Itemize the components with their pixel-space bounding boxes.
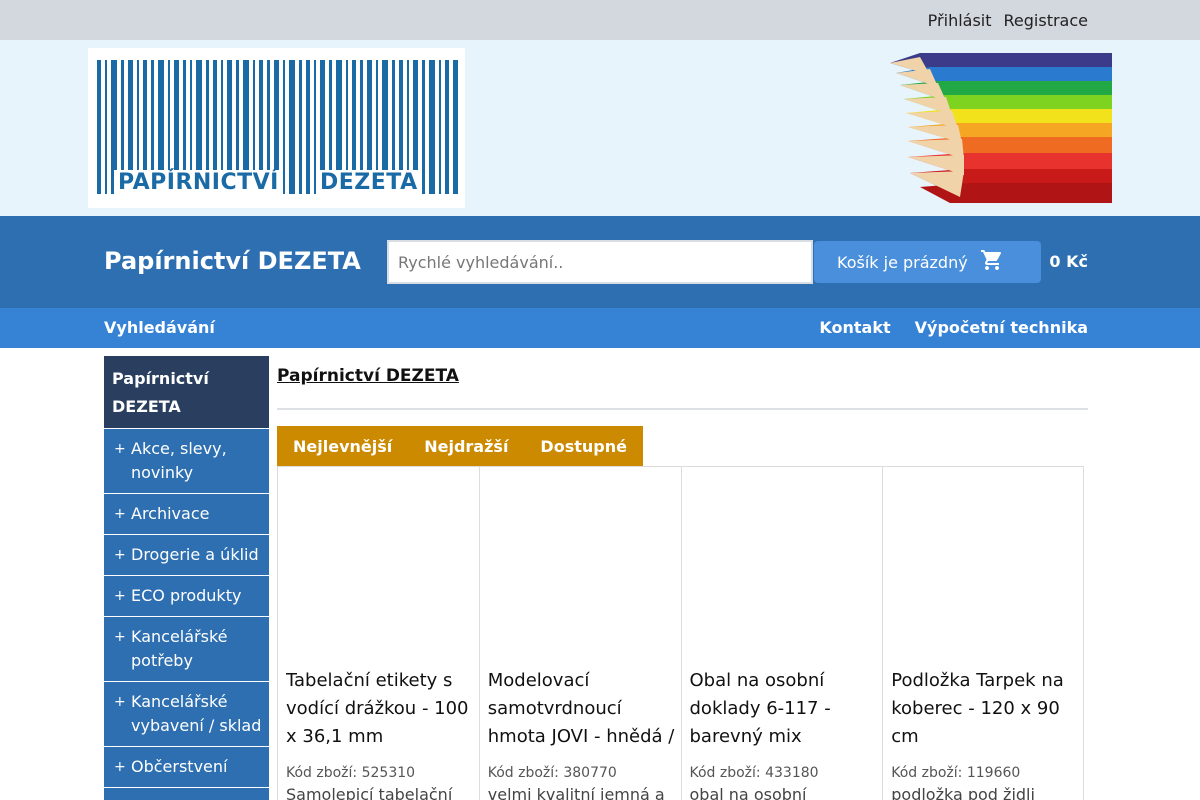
sidebar-item-kancelarske-potreby[interactable]: + Kancelářské potřeby (104, 617, 269, 681)
sidebar-item-label: Akce, slevy, novinky (131, 439, 227, 482)
search-input[interactable] (387, 240, 813, 284)
sidebar-item-label: Drogerie a úklid (131, 545, 259, 564)
nav-contact-link[interactable]: Kontakt (819, 318, 890, 337)
cart-total: 0 Kč (1049, 252, 1088, 271)
sidebar-item-obcerstveni[interactable]: + Občerstvení (104, 747, 269, 787)
banner: PAPÍRNICTVÍ DEZETA (0, 40, 1200, 216)
sidebar-heading[interactable]: Papírnictví DEZETA (104, 356, 269, 428)
tab-cheapest[interactable]: Nejlevnější (293, 437, 392, 456)
sidebar-item-label: Kancelářské potřeby (131, 627, 228, 670)
plus-icon: + (114, 441, 126, 457)
sidebar-item-archivace[interactable]: + Archivace (104, 494, 269, 534)
product-description: Samolepicí tabelační (286, 785, 453, 800)
product-card[interactable]: Tabelační etikety s vodící drážkou - 100… (277, 467, 479, 800)
sidebar-item-label: Občerstvení (131, 757, 228, 776)
sidebar-item-eco[interactable]: + ECO produkty (104, 576, 269, 616)
plus-icon: + (114, 759, 126, 775)
logo-text-word1: PAPÍRNICTVÍ (114, 170, 283, 195)
divider (277, 408, 1088, 410)
product-grid: Tabelační etikety s vodící drážkou - 100… (277, 466, 1084, 800)
product-code: Kód zboží: 119660 (891, 765, 1021, 781)
sidebar-item-more[interactable] (104, 788, 269, 800)
sidebar-item-akce[interactable]: + Akce, slevy, novinky (104, 429, 269, 493)
product-name[interactable]: Modelovací samotvrdnoucí hmota JOVI - hn… (488, 667, 676, 751)
tab-available[interactable]: Dostupné (540, 437, 627, 456)
product-description: podložka pod židli (891, 785, 1035, 800)
product-name[interactable]: Obal na osobní doklady 6-117 - barevný m… (690, 667, 878, 751)
sidebar-item-label: Archivace (131, 504, 210, 523)
register-link[interactable]: Registrace (1004, 11, 1088, 30)
plus-icon: + (114, 694, 126, 710)
sidebar-item-label: Kancelářské vybavení / sklad (131, 692, 262, 735)
cart-button[interactable]: Košík je prázdný (814, 241, 1041, 283)
plus-icon: + (114, 629, 126, 645)
sidebar-item-kancelarske-vybaveni[interactable]: + Kancelářské vybavení / sklad (104, 682, 269, 746)
nav-bar: Vyhledávání Kontakt Výpočetní technika (0, 308, 1200, 348)
product-name[interactable]: Tabelační etikety s vodící drážkou - 100… (286, 667, 474, 751)
nav-right-links: Kontakt Výpočetní technika (819, 318, 1088, 337)
product-code: Kód zboží: 433180 (689, 765, 819, 781)
product-description: velmi kvalitní jemná a (487, 785, 665, 800)
colored-pencils-image (890, 53, 1112, 203)
product-card[interactable]: Podložka Tarpek na koberec - 120 x 90 cm… (882, 467, 1084, 800)
account-links: Přihlásit Registrace (928, 0, 1088, 40)
login-link[interactable]: Přihlásit (928, 11, 992, 30)
plus-icon: + (114, 547, 126, 563)
nav-search-link[interactable]: Vyhledávání (104, 318, 215, 337)
product-description: obal na osobní (689, 785, 807, 800)
product-code: Kód zboží: 380770 (487, 765, 617, 781)
breadcrumb[interactable]: Papírnictví DEZETA (277, 366, 459, 386)
sort-tabs: Nejlevnější Nejdražší Dostupné (277, 426, 643, 466)
tab-most-expensive[interactable]: Nejdražší (424, 437, 508, 456)
plus-icon: + (114, 588, 126, 604)
site-logo[interactable]: PAPÍRNICTVÍ DEZETA (88, 48, 465, 208)
sidebar-item-drogerie[interactable]: + Drogerie a úklid (104, 535, 269, 575)
header-bar: Papírnictví DEZETA Košík je prázdný 0 Kč (0, 216, 1200, 308)
product-card[interactable]: Obal na osobní doklady 6-117 - barevný m… (680, 467, 883, 800)
category-sidebar: Papírnictví DEZETA + Akce, slevy, novinky… (104, 356, 269, 800)
cart-label: Košík je prázdný (837, 252, 968, 272)
site-title[interactable]: Papírnictví DEZETA (104, 247, 361, 275)
product-card[interactable]: Modelovací samotvrdnoucí hmota JOVI - hn… (478, 467, 681, 800)
cart-icon (980, 248, 1004, 276)
top-bar: Přihlásit Registrace (0, 0, 1200, 40)
sidebar-item-label: ECO produkty (131, 586, 242, 605)
nav-computing-link[interactable]: Výpočetní technika (915, 318, 1088, 337)
logo-text-word2: DEZETA (316, 170, 422, 195)
product-code: Kód zboží: 525310 (286, 765, 416, 781)
product-name[interactable]: Podložka Tarpek na koberec - 120 x 90 cm (891, 667, 1079, 751)
plus-icon: + (114, 506, 126, 522)
